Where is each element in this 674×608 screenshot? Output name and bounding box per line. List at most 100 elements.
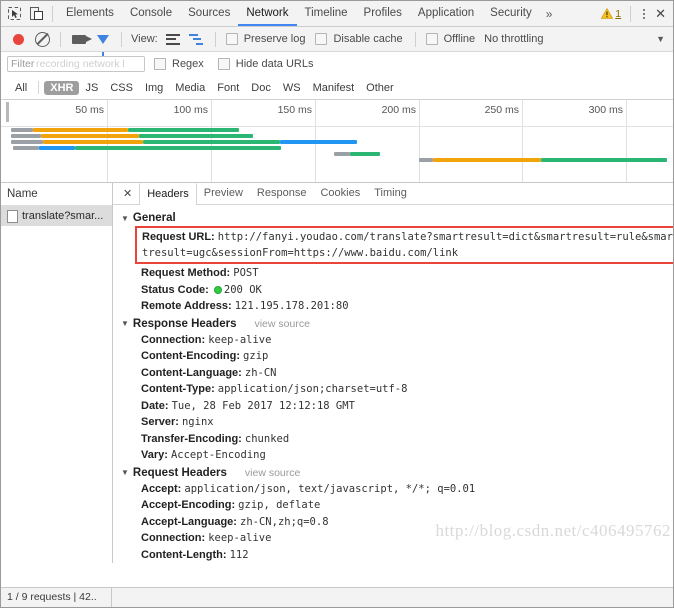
timeline-tick-label: 50 ms bbox=[75, 104, 104, 116]
ctl-divider-1 bbox=[60, 31, 61, 47]
tab-console[interactable]: Console bbox=[122, 1, 180, 26]
header-key: Remote Address: bbox=[141, 300, 235, 312]
preserve-log-label: Preserve log bbox=[243, 33, 306, 45]
filter-placeholder: Filter bbox=[11, 58, 35, 70]
type-filter-manifest[interactable]: Manifest bbox=[307, 81, 361, 95]
filter-bar: Filter recording network l Regex Hide da… bbox=[1, 52, 673, 76]
section-general-header[interactable]: ▼ General bbox=[121, 212, 673, 224]
tab-preview[interactable]: Preview bbox=[197, 183, 250, 204]
clear-icon[interactable] bbox=[31, 28, 53, 50]
type-filter-font[interactable]: Font bbox=[211, 81, 245, 95]
header-value: 112 bbox=[229, 548, 249, 561]
requests-summary: 1 / 9 requests | 42.. bbox=[1, 588, 112, 607]
detail-tabbar: ✕ Headers Preview Response Cookies Timin… bbox=[113, 183, 673, 205]
ctl-divider-4 bbox=[414, 31, 416, 47]
timeline-bar-segment bbox=[43, 140, 143, 144]
timeline-bar-segment bbox=[75, 146, 281, 150]
type-filter-js[interactable]: JS bbox=[79, 81, 104, 95]
header-key: Content-Length: bbox=[141, 548, 230, 561]
tab-response[interactable]: Response bbox=[250, 183, 314, 204]
tab-cookies[interactable]: Cookies bbox=[313, 183, 367, 204]
throttling-select-value[interactable]: No throttling bbox=[482, 33, 545, 45]
network-overview-timeline[interactable]: 50 ms 100 ms 150 ms 200 ms 250 ms 300 ms bbox=[1, 100, 673, 183]
timeline-bar-segment bbox=[39, 146, 75, 150]
timeline-bar-segment bbox=[419, 158, 433, 162]
type-filter-media[interactable]: Media bbox=[169, 81, 211, 95]
general-row: Request Method: POST bbox=[121, 265, 673, 282]
type-filter-img[interactable]: Img bbox=[139, 81, 169, 95]
tab-timing[interactable]: Timing bbox=[367, 183, 414, 204]
offline-checkbox[interactable]: Offline bbox=[423, 33, 481, 45]
request-detail-panel: ✕ Headers Preview Response Cookies Timin… bbox=[113, 183, 673, 563]
tab-elements[interactable]: Elements bbox=[58, 1, 122, 26]
timeline-bar-segment bbox=[433, 158, 541, 162]
header-value: nginx bbox=[181, 416, 214, 428]
timeline-tick-label: 150 ms bbox=[277, 104, 312, 116]
type-filter-doc[interactable]: Doc bbox=[245, 81, 277, 95]
general-row: Remote Address: 121.195.178.201:80 bbox=[121, 298, 673, 315]
timeline-bar-segment bbox=[128, 128, 239, 132]
regex-checkbox[interactable]: Regex bbox=[151, 58, 209, 70]
more-options-icon[interactable] bbox=[636, 8, 652, 19]
request-url-key: Request URL: bbox=[142, 231, 215, 243]
hide-data-urls-checkbox[interactable]: Hide data URLs bbox=[215, 58, 319, 70]
type-filter-all[interactable]: All bbox=[9, 81, 33, 95]
response-header-row: Transfer-Encoding: chunked bbox=[121, 431, 673, 448]
header-value: application/json;charset=utf-8 bbox=[217, 383, 408, 395]
record-button[interactable] bbox=[7, 28, 29, 50]
disable-cache-checkbox[interactable]: Disable cache bbox=[312, 33, 407, 45]
tab-network[interactable]: Network bbox=[238, 1, 296, 26]
timeline-bar-segment bbox=[11, 134, 41, 138]
header-key: Content-Language: bbox=[141, 366, 245, 379]
request-url-row: Request URL: http://fanyi.youdao.com/tra… bbox=[142, 229, 673, 261]
type-filter-xhr[interactable]: XHR bbox=[44, 80, 80, 95]
tab-security[interactable]: Security bbox=[482, 1, 540, 26]
header-value: gzip, deflate bbox=[238, 499, 321, 511]
close-detail-icon[interactable]: ✕ bbox=[116, 187, 139, 200]
chevron-down-icon[interactable]: ▼ bbox=[656, 34, 667, 44]
inspect-element-icon[interactable] bbox=[3, 3, 25, 25]
waterfall-view-icon[interactable] bbox=[186, 28, 208, 50]
type-filter-ws[interactable]: WS bbox=[277, 81, 307, 95]
warning-badge[interactable]: 1 bbox=[597, 8, 625, 20]
filter-funnel-icon[interactable] bbox=[92, 28, 114, 56]
more-tabs-icon[interactable]: » bbox=[540, 7, 559, 21]
section-request-headers-header[interactable]: ▼ Request Headers view source bbox=[121, 467, 673, 479]
header-value: keep-alive bbox=[208, 333, 272, 346]
requests-column-header[interactable]: Name bbox=[1, 183, 112, 206]
filter-ghost-text: recording network l bbox=[36, 58, 125, 70]
header-key: Accept-Language: bbox=[141, 515, 241, 528]
tab-application[interactable]: Application bbox=[410, 1, 482, 26]
timeline-bar-segment bbox=[280, 140, 357, 144]
header-key: Accept: bbox=[141, 482, 185, 495]
close-icon[interactable]: ✕ bbox=[652, 6, 671, 22]
timeline-tick-label: 100 ms bbox=[173, 104, 208, 116]
response-header-row: Content-Encoding: gzip bbox=[121, 348, 673, 365]
device-toolbar-icon[interactable] bbox=[25, 3, 47, 25]
regex-label: Regex bbox=[172, 58, 204, 70]
table-row[interactable]: translate?smar... bbox=[1, 206, 112, 226]
tab-headers[interactable]: Headers bbox=[139, 183, 197, 205]
type-filter-css[interactable]: CSS bbox=[104, 81, 139, 95]
section-response-headers-header[interactable]: ▼ Response Headers view source bbox=[121, 318, 673, 330]
request-header-row: Content-Length: 112 bbox=[121, 547, 673, 564]
timeline-bar-segment bbox=[13, 146, 39, 150]
preserve-log-checkbox[interactable]: Preserve log bbox=[223, 33, 311, 45]
filter-input[interactable]: Filter recording network l bbox=[7, 56, 145, 72]
tab-sources[interactable]: Sources bbox=[180, 1, 238, 26]
view-source-link[interactable]: view source bbox=[245, 467, 300, 479]
list-view-icon[interactable] bbox=[162, 28, 184, 50]
camera-icon[interactable] bbox=[68, 28, 92, 50]
network-main-area: Name translate?smar... ✕ Headers Preview… bbox=[1, 183, 673, 563]
tab-timeline[interactable]: Timeline bbox=[297, 1, 356, 26]
warning-count: 1 bbox=[615, 7, 622, 20]
tab-profiles[interactable]: Profiles bbox=[356, 1, 410, 26]
view-source-link[interactable]: view source bbox=[254, 318, 309, 330]
section-general-title: General bbox=[132, 212, 176, 224]
type-filter-other[interactable]: Other bbox=[360, 81, 400, 95]
header-value: POST bbox=[233, 267, 259, 279]
request-header-row: Accept-Language: zh-CN,zh;q=0.8 bbox=[121, 514, 673, 531]
header-value: Tue, 28 Feb 2017 12:12:18 GMT bbox=[171, 399, 355, 412]
disable-cache-label: Disable cache bbox=[333, 33, 403, 45]
header-value: Accept-Encoding bbox=[170, 449, 266, 461]
